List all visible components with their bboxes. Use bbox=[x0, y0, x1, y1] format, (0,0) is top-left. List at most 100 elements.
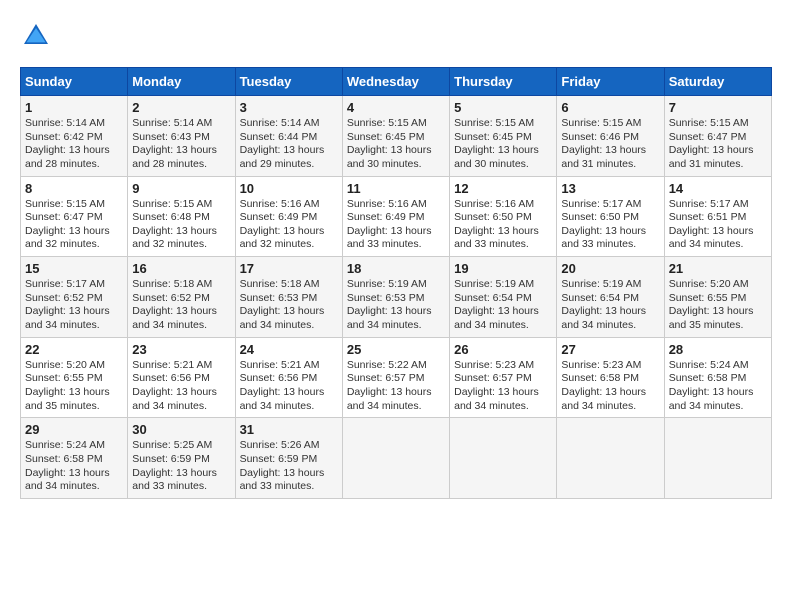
day-info: Sunrise: 5:15 AM Sunset: 6:47 PM Dayligh… bbox=[669, 117, 767, 172]
calendar-cell bbox=[557, 418, 664, 499]
day-info: Sunrise: 5:15 AM Sunset: 6:48 PM Dayligh… bbox=[132, 198, 230, 253]
calendar-cell bbox=[342, 418, 449, 499]
day-number: 23 bbox=[132, 342, 230, 357]
day-number: 13 bbox=[561, 181, 659, 196]
day-info: Sunrise: 5:15 AM Sunset: 6:47 PM Dayligh… bbox=[25, 198, 123, 253]
calendar-week-row: 8 Sunrise: 5:15 AM Sunset: 6:47 PM Daylig… bbox=[21, 176, 772, 257]
calendar-cell: 31 Sunrise: 5:26 AM Sunset: 6:59 PM Dayli… bbox=[235, 418, 342, 499]
day-info: Sunrise: 5:15 AM Sunset: 6:46 PM Dayligh… bbox=[561, 117, 659, 172]
day-number: 11 bbox=[347, 181, 445, 196]
header-day-monday: Monday bbox=[128, 68, 235, 96]
calendar-cell: 29 Sunrise: 5:24 AM Sunset: 6:58 PM Dayli… bbox=[21, 418, 128, 499]
day-info: Sunrise: 5:19 AM Sunset: 6:54 PM Dayligh… bbox=[561, 278, 659, 333]
day-number: 7 bbox=[669, 100, 767, 115]
day-info: Sunrise: 5:21 AM Sunset: 6:56 PM Dayligh… bbox=[132, 359, 230, 414]
day-info: Sunrise: 5:24 AM Sunset: 6:58 PM Dayligh… bbox=[25, 439, 123, 494]
calendar-cell bbox=[664, 418, 771, 499]
calendar-cell: 7 Sunrise: 5:15 AM Sunset: 6:47 PM Daylig… bbox=[664, 96, 771, 177]
calendar-cell: 19 Sunrise: 5:19 AM Sunset: 6:54 PM Dayli… bbox=[450, 257, 557, 338]
day-number: 5 bbox=[454, 100, 552, 115]
day-number: 31 bbox=[240, 422, 338, 437]
calendar-cell: 8 Sunrise: 5:15 AM Sunset: 6:47 PM Daylig… bbox=[21, 176, 128, 257]
day-info: Sunrise: 5:16 AM Sunset: 6:49 PM Dayligh… bbox=[347, 198, 445, 253]
day-info: Sunrise: 5:14 AM Sunset: 6:44 PM Dayligh… bbox=[240, 117, 338, 172]
logo bbox=[20, 20, 56, 52]
day-number: 2 bbox=[132, 100, 230, 115]
day-info: Sunrise: 5:23 AM Sunset: 6:57 PM Dayligh… bbox=[454, 359, 552, 414]
day-number: 19 bbox=[454, 261, 552, 276]
day-info: Sunrise: 5:25 AM Sunset: 6:59 PM Dayligh… bbox=[132, 439, 230, 494]
day-info: Sunrise: 5:24 AM Sunset: 6:58 PM Dayligh… bbox=[669, 359, 767, 414]
header-day-thursday: Thursday bbox=[450, 68, 557, 96]
calendar-week-row: 15 Sunrise: 5:17 AM Sunset: 6:52 PM Dayli… bbox=[21, 257, 772, 338]
calendar-cell: 2 Sunrise: 5:14 AM Sunset: 6:43 PM Daylig… bbox=[128, 96, 235, 177]
calendar-cell: 16Sunrise: 5:18 AM Sunset: 6:52 PM Dayli… bbox=[128, 257, 235, 338]
day-number: 22 bbox=[25, 342, 123, 357]
calendar-cell: 10 Sunrise: 5:16 AM Sunset: 6:49 PM Dayli… bbox=[235, 176, 342, 257]
day-number: 27 bbox=[561, 342, 659, 357]
day-number: 18 bbox=[347, 261, 445, 276]
day-info: Sunrise: 5:16 AM Sunset: 6:49 PM Dayligh… bbox=[240, 198, 338, 253]
day-number: 10 bbox=[240, 181, 338, 196]
calendar-cell: 6Sunrise: 5:15 AM Sunset: 6:46 PM Daylig… bbox=[557, 96, 664, 177]
day-number: 24 bbox=[240, 342, 338, 357]
day-number: 30 bbox=[132, 422, 230, 437]
calendar-cell: 20 Sunrise: 5:19 AM Sunset: 6:54 PM Dayli… bbox=[557, 257, 664, 338]
day-number: 1 bbox=[25, 100, 123, 115]
calendar-cell: 9 Sunrise: 5:15 AM Sunset: 6:48 PM Daylig… bbox=[128, 176, 235, 257]
day-info: Sunrise: 5:26 AM Sunset: 6:59 PM Dayligh… bbox=[240, 439, 338, 494]
calendar-week-row: 1 Sunrise: 5:14 AM Sunset: 6:42 PM Daylig… bbox=[21, 96, 772, 177]
day-info: Sunrise: 5:17 AM Sunset: 6:50 PM Dayligh… bbox=[561, 198, 659, 253]
day-number: 29 bbox=[25, 422, 123, 437]
calendar-week-row: 29 Sunrise: 5:24 AM Sunset: 6:58 PM Dayli… bbox=[21, 418, 772, 499]
day-number: 26 bbox=[454, 342, 552, 357]
calendar-cell: 14 Sunrise: 5:17 AM Sunset: 6:51 PM Dayli… bbox=[664, 176, 771, 257]
calendar-cell: 11 Sunrise: 5:16 AM Sunset: 6:49 PM Dayli… bbox=[342, 176, 449, 257]
calendar-cell: 21 Sunrise: 5:20 AM Sunset: 6:55 PM Dayli… bbox=[664, 257, 771, 338]
day-number: 21 bbox=[669, 261, 767, 276]
day-number: 9 bbox=[132, 181, 230, 196]
header-day-wednesday: Wednesday bbox=[342, 68, 449, 96]
calendar-cell bbox=[450, 418, 557, 499]
day-number: 20 bbox=[561, 261, 659, 276]
day-number: 16 bbox=[132, 261, 230, 276]
calendar-header: SundayMondayTuesdayWednesdayThursdayFrid… bbox=[21, 68, 772, 96]
calendar-cell: 30 Sunrise: 5:25 AM Sunset: 6:59 PM Dayli… bbox=[128, 418, 235, 499]
day-number: 8 bbox=[25, 181, 123, 196]
calendar-cell: 12Sunrise: 5:16 AM Sunset: 6:50 PM Dayli… bbox=[450, 176, 557, 257]
calendar-cell: 17Sunrise: 5:18 AM Sunset: 6:53 PM Dayli… bbox=[235, 257, 342, 338]
day-info: Sunrise: 5:14 AM Sunset: 6:43 PM Dayligh… bbox=[132, 117, 230, 172]
calendar-cell: 27Sunrise: 5:23 AM Sunset: 6:58 PM Dayli… bbox=[557, 337, 664, 418]
calendar-cell: 22 Sunrise: 5:20 AM Sunset: 6:55 PM Dayli… bbox=[21, 337, 128, 418]
calendar-cell: 24Sunrise: 5:21 AM Sunset: 6:56 PM Dayli… bbox=[235, 337, 342, 418]
day-info: Sunrise: 5:19 AM Sunset: 6:53 PM Dayligh… bbox=[347, 278, 445, 333]
calendar-cell: 26 Sunrise: 5:23 AM Sunset: 6:57 PM Dayli… bbox=[450, 337, 557, 418]
day-number: 14 bbox=[669, 181, 767, 196]
calendar-body: 1 Sunrise: 5:14 AM Sunset: 6:42 PM Daylig… bbox=[21, 96, 772, 499]
calendar-cell: 3 Sunrise: 5:14 AM Sunset: 6:44 PM Daylig… bbox=[235, 96, 342, 177]
header-day-sunday: Sunday bbox=[21, 68, 128, 96]
calendar-week-row: 22 Sunrise: 5:20 AM Sunset: 6:55 PM Dayli… bbox=[21, 337, 772, 418]
header bbox=[20, 20, 772, 52]
page: SundayMondayTuesdayWednesdayThursdayFrid… bbox=[20, 20, 772, 499]
day-number: 3 bbox=[240, 100, 338, 115]
day-number: 12 bbox=[454, 181, 552, 196]
day-info: Sunrise: 5:20 AM Sunset: 6:55 PM Dayligh… bbox=[25, 359, 123, 414]
day-number: 15 bbox=[25, 261, 123, 276]
day-info: Sunrise: 5:17 AM Sunset: 6:51 PM Dayligh… bbox=[669, 198, 767, 253]
day-info: Sunrise: 5:19 AM Sunset: 6:54 PM Dayligh… bbox=[454, 278, 552, 333]
calendar-table: SundayMondayTuesdayWednesdayThursdayFrid… bbox=[20, 67, 772, 499]
day-info: Sunrise: 5:18 AM Sunset: 6:53 PM Dayligh… bbox=[240, 278, 338, 333]
calendar-cell: 15 Sunrise: 5:17 AM Sunset: 6:52 PM Dayli… bbox=[21, 257, 128, 338]
day-number: 4 bbox=[347, 100, 445, 115]
calendar-cell: 5 Sunrise: 5:15 AM Sunset: 6:45 PM Daylig… bbox=[450, 96, 557, 177]
calendar-cell: 1 Sunrise: 5:14 AM Sunset: 6:42 PM Daylig… bbox=[21, 96, 128, 177]
day-info: Sunrise: 5:15 AM Sunset: 6:45 PM Dayligh… bbox=[454, 117, 552, 172]
day-number: 25 bbox=[347, 342, 445, 357]
calendar-cell: 25Sunrise: 5:22 AM Sunset: 6:57 PM Dayli… bbox=[342, 337, 449, 418]
day-info: Sunrise: 5:14 AM Sunset: 6:42 PM Dayligh… bbox=[25, 117, 123, 172]
day-info: Sunrise: 5:20 AM Sunset: 6:55 PM Dayligh… bbox=[669, 278, 767, 333]
header-row: SundayMondayTuesdayWednesdayThursdayFrid… bbox=[21, 68, 772, 96]
header-day-tuesday: Tuesday bbox=[235, 68, 342, 96]
day-info: Sunrise: 5:17 AM Sunset: 6:52 PM Dayligh… bbox=[25, 278, 123, 333]
